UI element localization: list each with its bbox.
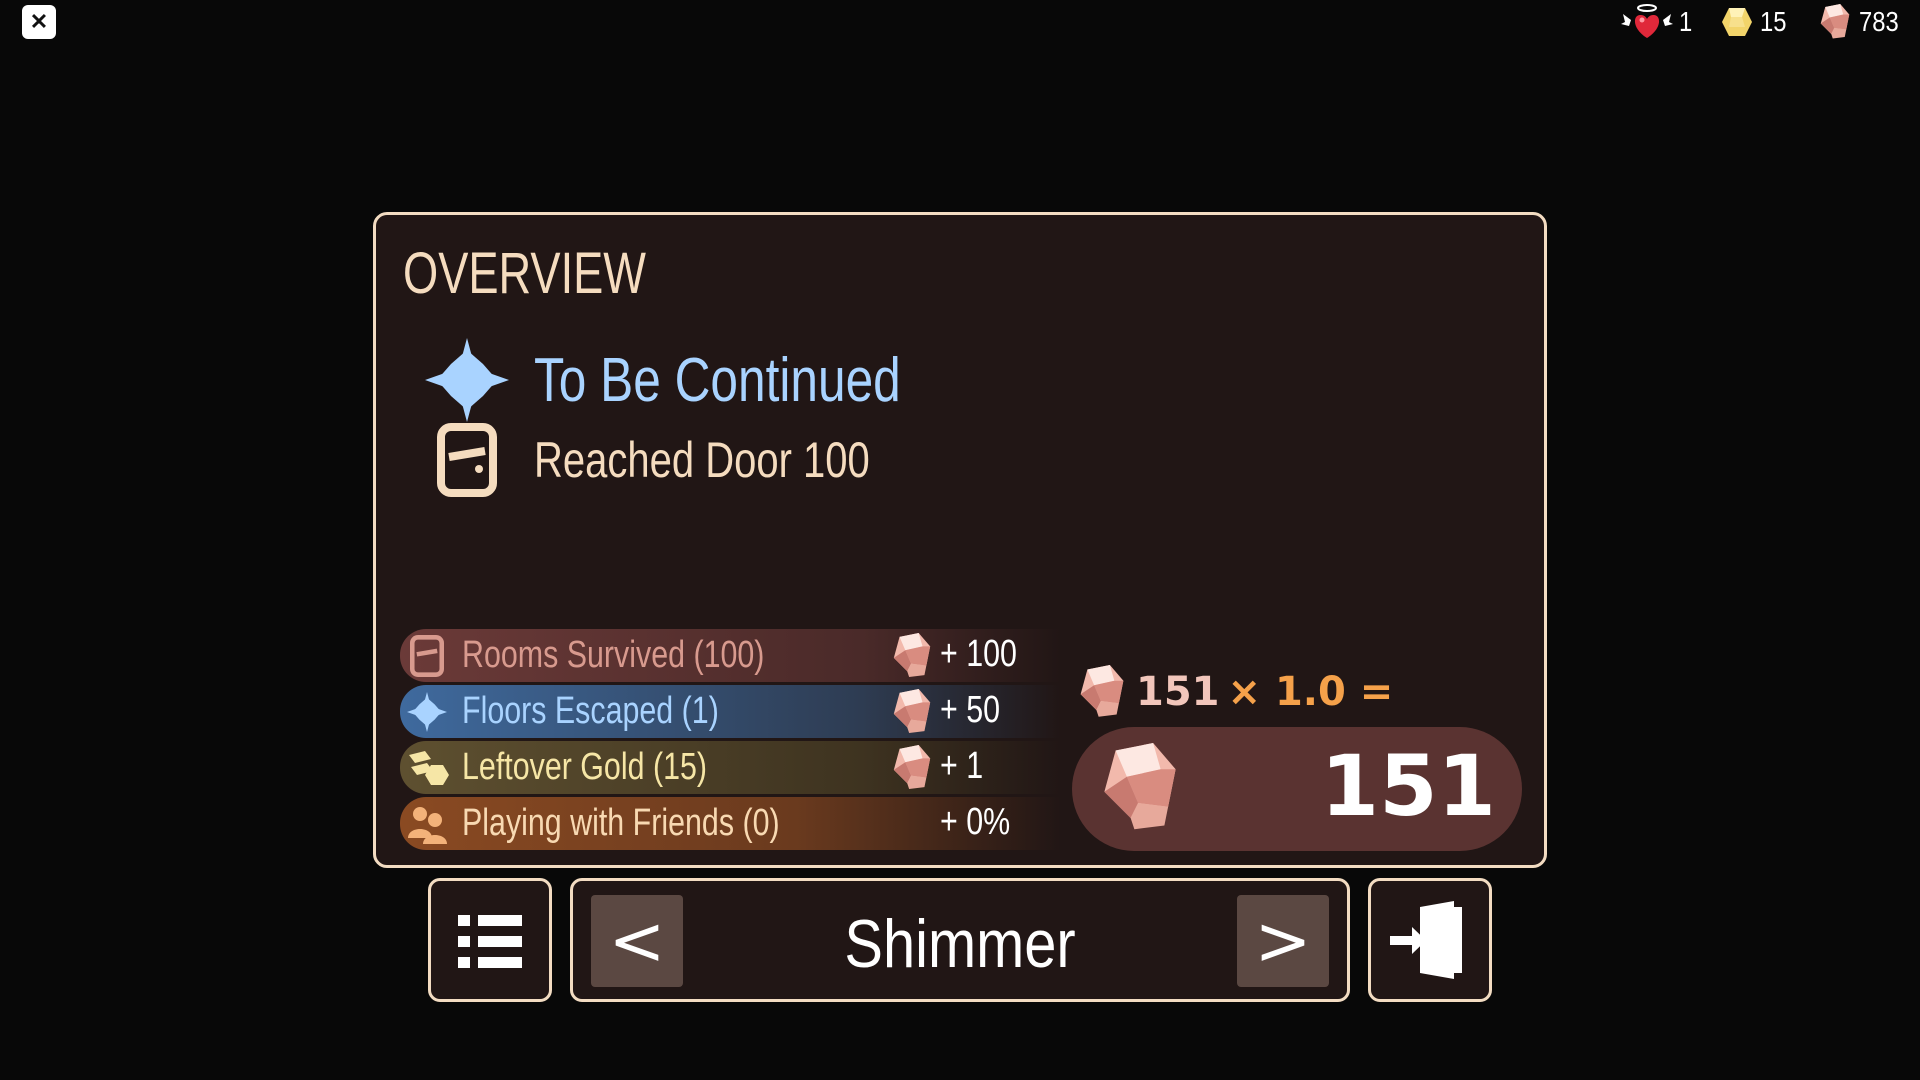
reward-value: + 100 (940, 633, 1017, 675)
total-reward: 151 (1072, 727, 1522, 851)
mode-name: Shimmer (844, 906, 1076, 982)
overview-panel: OVERVIEW To Be Continued Reached Door 10… (373, 212, 1547, 868)
close-button[interactable]: ✕ (22, 5, 56, 39)
list-icon (458, 915, 522, 968)
door-icon (422, 415, 512, 505)
reached-door-text: Reached Door 100 (534, 432, 870, 488)
reward-label: Rooms Survived (100) (462, 634, 765, 676)
friends-icon (404, 801, 450, 847)
reward-value: + 0% (940, 801, 1011, 843)
knobs-count: 783 (1859, 6, 1899, 37)
gold-stat: 15 (1720, 5, 1791, 39)
multiplier-base: 151 (1136, 669, 1220, 715)
sparkle-star-icon (422, 335, 512, 425)
total-value: 151 (1320, 737, 1496, 835)
achievement-row: To Be Continued (422, 335, 992, 425)
knob-gem-icon (1080, 665, 1124, 717)
currency-bar: 1 15 783 (1620, 0, 1906, 44)
door-icon (404, 633, 450, 679)
revives-stat: 1 (1620, 2, 1695, 42)
reward-value: + 1 (940, 745, 984, 787)
knobs-stat: 783 (1817, 4, 1906, 40)
gold-coin-icon (1722, 8, 1753, 36)
reward-value: + 50 (940, 689, 1001, 731)
next-mode-button[interactable]: > (1237, 895, 1329, 987)
knob-gem-icon (893, 745, 931, 790)
sparkle-star-icon (404, 689, 450, 735)
reward-row-rooms: Rooms Survived (100) + 100 (400, 629, 1060, 682)
multiplier-line: 151 × 1.0 = (1076, 665, 1393, 719)
knob-gem-icon (1821, 4, 1850, 39)
reward-row-gold: Leftover Gold (15) + 1 (400, 741, 1060, 794)
exit-door-icon (1390, 901, 1462, 979)
knob-gem-icon (893, 689, 931, 734)
rewards-list: Rooms Survived (100) + 100 Floors Escape… (400, 629, 1060, 853)
achievement-title: To Be Continued (534, 345, 901, 415)
gold-count: 15 (1760, 6, 1787, 37)
gold-coins-icon (404, 745, 450, 791)
winged-heart-icon (1620, 4, 1673, 38)
mode-selector: < Shimmer > (570, 878, 1350, 1002)
reward-label: Leftover Gold (15) (462, 746, 708, 788)
close-icon: ✕ (29, 9, 49, 34)
revives-count: 1 (1678, 6, 1692, 37)
knob-gem-icon (893, 633, 931, 678)
reached-door-row: Reached Door 100 (422, 415, 954, 505)
chevron-right-icon: > (1254, 901, 1312, 981)
reward-row-friends: Playing with Friends (0) + 0% (400, 797, 1060, 850)
knob-gem-icon (1104, 743, 1176, 830)
exit-button[interactable] (1368, 878, 1492, 1002)
reward-label: Floors Escaped (1) (462, 690, 719, 732)
reward-label: Playing with Friends (0) (462, 802, 780, 844)
menu-button[interactable] (428, 878, 552, 1002)
reward-row-floors: Floors Escaped (1) + 50 (400, 685, 1060, 738)
multiplier-operator: × 1.0 = (1227, 669, 1394, 715)
overview-title: OVERVIEW (403, 241, 647, 306)
